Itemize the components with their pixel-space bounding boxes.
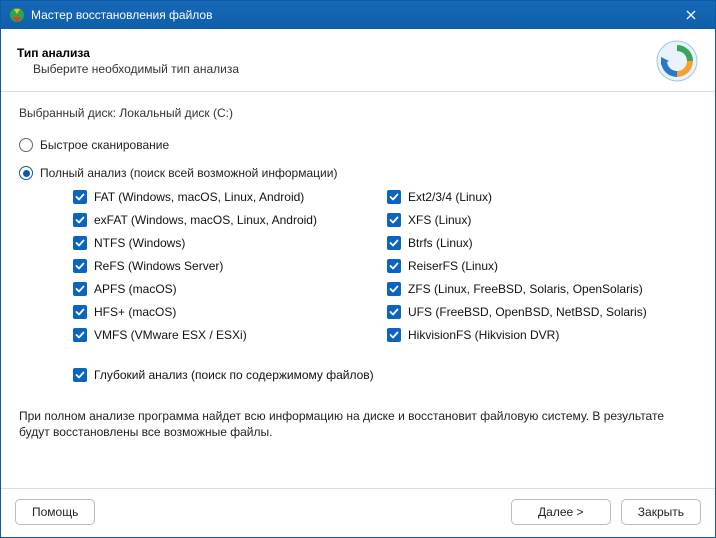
checkbox-filesystem[interactable]: NTFS (Windows) <box>73 236 317 250</box>
filesystem-column-right: Ext2/3/4 (Linux) XFS (Linux) Btrfs (Linux)… <box>387 190 647 342</box>
checkbox-icon <box>73 190 87 204</box>
checkbox-filesystem[interactable]: Btrfs (Linux) <box>387 236 647 250</box>
checkbox-filesystem-label: ZFS (Linux, FreeBSD, Solaris, OpenSolari… <box>408 282 643 296</box>
checkbox-icon <box>387 213 401 227</box>
close-button[interactable]: Закрыть <box>621 499 701 525</box>
page-title: Тип анализа <box>17 46 655 60</box>
radio-quick-scan[interactable]: Быстрое сканирование <box>19 138 697 152</box>
checkbox-filesystem-label: UFS (FreeBSD, OpenBSD, NetBSD, Solaris) <box>408 305 647 319</box>
checkbox-filesystem-label: NTFS (Windows) <box>94 236 185 250</box>
radio-icon <box>19 138 33 152</box>
checkbox-icon <box>73 282 87 296</box>
checkbox-filesystem[interactable]: XFS (Linux) <box>387 213 647 227</box>
checkbox-icon <box>73 368 87 382</box>
checkbox-icon <box>73 305 87 319</box>
checkbox-filesystem[interactable]: exFAT (Windows, macOS, Linux, Android) <box>73 213 317 227</box>
checkbox-filesystem-label: APFS (macOS) <box>94 282 177 296</box>
checkbox-icon <box>73 236 87 250</box>
checkbox-deep-analysis[interactable]: Глубокий анализ (поиск по содержимому фа… <box>73 368 697 382</box>
checkbox-icon <box>73 328 87 342</box>
checkbox-filesystem-label: Btrfs (Linux) <box>408 236 473 250</box>
checkbox-filesystem[interactable]: UFS (FreeBSD, OpenBSD, NetBSD, Solaris) <box>387 305 647 319</box>
app-icon <box>9 7 25 23</box>
checkbox-filesystem[interactable]: HFS+ (macOS) <box>73 305 317 319</box>
checkbox-icon <box>73 259 87 273</box>
content-area: Выбранный диск: Локальный диск (C:) Быст… <box>1 92 715 488</box>
checkbox-filesystem-label: FAT (Windows, macOS, Linux, Android) <box>94 190 304 204</box>
radio-icon <box>19 166 33 180</box>
checkbox-icon <box>387 282 401 296</box>
checkbox-filesystem[interactable]: FAT (Windows, macOS, Linux, Android) <box>73 190 317 204</box>
checkbox-filesystem-label: Ext2/3/4 (Linux) <box>408 190 492 204</box>
checkbox-filesystem-label: XFS (Linux) <box>408 213 471 227</box>
titlebar: Мастер восстановления файлов <box>1 1 715 29</box>
checkbox-filesystem-label: HFS+ (macOS) <box>94 305 176 319</box>
checkbox-icon <box>387 259 401 273</box>
checkbox-filesystem[interactable]: HikvisionFS (Hikvision DVR) <box>387 328 647 342</box>
checkbox-icon <box>387 236 401 250</box>
filesystem-options: FAT (Windows, macOS, Linux, Android) exFA… <box>19 190 697 342</box>
checkbox-icon <box>73 213 87 227</box>
footer: Помощь Далее > Закрыть <box>1 488 715 537</box>
checkbox-filesystem[interactable]: ReFS (Windows Server) <box>73 259 317 273</box>
selected-disk-label: Выбранный диск: Локальный диск (C:) <box>19 106 697 120</box>
checkbox-filesystem[interactable]: VMFS (VMware ESX / ESXi) <box>73 328 317 342</box>
window-title: Мастер восстановления файлов <box>31 8 673 22</box>
deep-analysis-row: Глубокий анализ (поиск по содержимому фа… <box>19 368 697 382</box>
page-subtitle: Выберите необходимый тип анализа <box>17 62 655 76</box>
radio-full-scan-label: Полный анализ (поиск всей возможной инфо… <box>40 166 337 180</box>
checkbox-filesystem-label: HikvisionFS (Hikvision DVR) <box>408 328 559 342</box>
radio-full-scan[interactable]: Полный анализ (поиск всей возможной инфо… <box>19 166 697 180</box>
wizard-icon <box>655 39 699 83</box>
checkbox-icon <box>387 190 401 204</box>
checkbox-icon <box>387 328 401 342</box>
window-close-button[interactable] <box>673 1 709 29</box>
checkbox-filesystem-label: exFAT (Windows, macOS, Linux, Android) <box>94 213 317 227</box>
checkbox-filesystem[interactable]: ReiserFS (Linux) <box>387 259 647 273</box>
checkbox-icon <box>387 305 401 319</box>
checkbox-filesystem[interactable]: Ext2/3/4 (Linux) <box>387 190 647 204</box>
help-button[interactable]: Помощь <box>15 499 95 525</box>
checkbox-filesystem-label: ReFS (Windows Server) <box>94 259 223 273</box>
info-text: При полном анализе программа найдет всю … <box>19 408 697 440</box>
checkbox-filesystem[interactable]: ZFS (Linux, FreeBSD, Solaris, OpenSolari… <box>387 282 647 296</box>
next-button[interactable]: Далее > <box>511 499 611 525</box>
filesystem-column-left: FAT (Windows, macOS, Linux, Android) exFA… <box>73 190 317 342</box>
checkbox-filesystem[interactable]: APFS (macOS) <box>73 282 317 296</box>
checkbox-filesystem-label: VMFS (VMware ESX / ESXi) <box>94 328 247 342</box>
wizard-header: Тип анализа Выберите необходимый тип ана… <box>1 29 715 92</box>
checkbox-deep-analysis-label: Глубокий анализ (поиск по содержимому фа… <box>94 368 374 382</box>
checkbox-filesystem-label: ReiserFS (Linux) <box>408 259 498 273</box>
radio-quick-scan-label: Быстрое сканирование <box>40 138 169 152</box>
